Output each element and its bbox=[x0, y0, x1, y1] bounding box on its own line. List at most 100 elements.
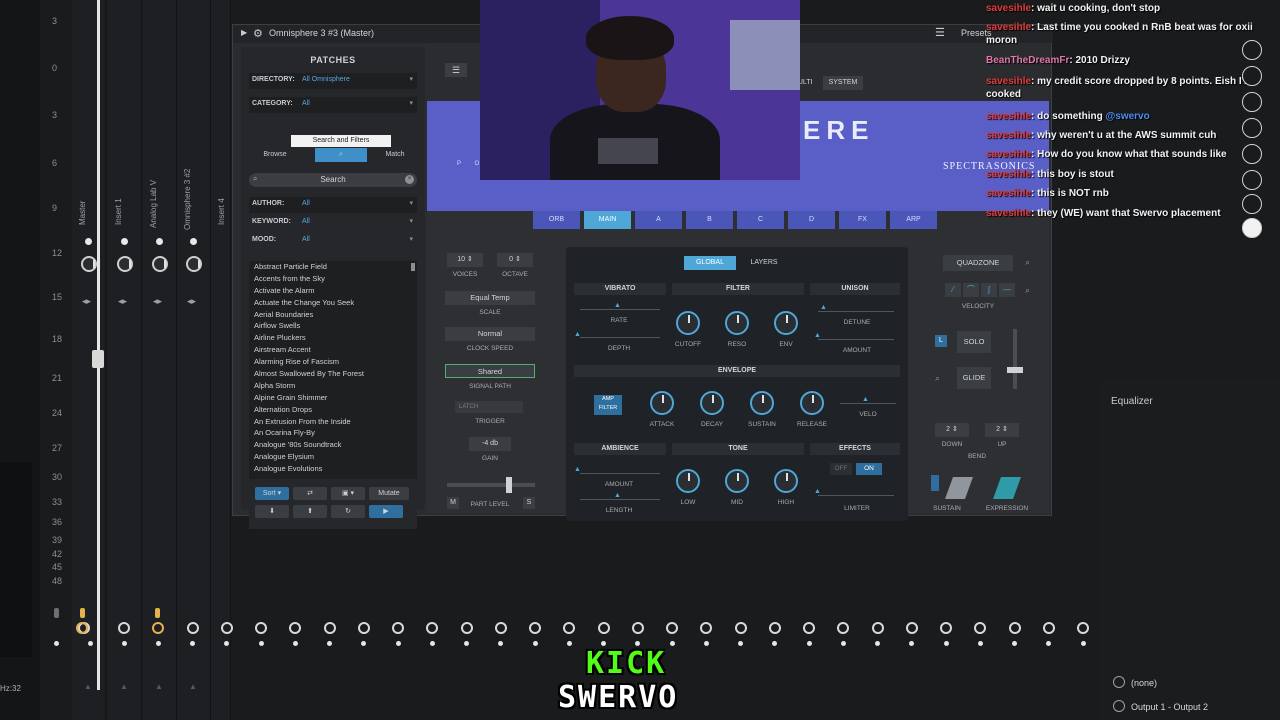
list-item[interactable]: Analogue '80s Soundtrack bbox=[249, 439, 417, 451]
knob-icon[interactable] bbox=[1242, 92, 1262, 112]
limiter-slider[interactable] bbox=[818, 495, 894, 496]
list-item[interactable]: An Ocarina Fly-By bbox=[249, 427, 417, 439]
velo-handle[interactable]: ▲ bbox=[862, 396, 869, 403]
solo-mode-button[interactable]: SOLO bbox=[957, 331, 991, 353]
send-knob[interactable] bbox=[906, 622, 918, 634]
list-item[interactable]: Alarming Rise of Fascism bbox=[249, 356, 417, 368]
master-fader-track[interactable] bbox=[97, 0, 100, 690]
list-item[interactable]: Airstream Accent bbox=[249, 344, 417, 356]
octave-stepper[interactable]: 0 ⇕ bbox=[497, 253, 533, 267]
velo-slider[interactable] bbox=[840, 403, 896, 404]
scale-select[interactable]: Equal Temp bbox=[445, 291, 535, 305]
zoom-icon[interactable]: ⌕ bbox=[935, 373, 940, 384]
tab-fx[interactable]: FX bbox=[839, 211, 886, 229]
send-knob[interactable] bbox=[700, 622, 712, 634]
mood-row[interactable]: MOOD: All ▾ bbox=[249, 233, 417, 249]
category-row[interactable]: CATEGORY: All ▾ bbox=[249, 97, 417, 113]
velocity-curve-flat[interactable]: — bbox=[999, 283, 1015, 297]
list-item[interactable]: Activate the Alarm bbox=[249, 285, 417, 297]
tab-global[interactable]: GLOBAL bbox=[684, 256, 736, 270]
arrow-up-icon[interactable]: ⬆ bbox=[293, 505, 327, 518]
send-knob[interactable] bbox=[837, 622, 849, 634]
decay-knob[interactable] bbox=[700, 391, 724, 415]
tab-layers[interactable]: LAYERS bbox=[740, 256, 788, 270]
gear-icon[interactable]: ⚙ bbox=[253, 27, 263, 40]
tab-d[interactable]: D bbox=[788, 211, 835, 229]
sort-button[interactable]: Sort ▾ bbox=[255, 487, 289, 500]
list-item[interactable]: Airflow Swells bbox=[249, 320, 417, 332]
env-knob[interactable] bbox=[774, 311, 798, 335]
send-knob[interactable] bbox=[940, 622, 952, 634]
list-item[interactable]: Alternation Drops bbox=[249, 404, 417, 416]
route-arrows-icon[interactable]: ◂▸ bbox=[153, 296, 162, 307]
directory-value[interactable]: All Omnisphere bbox=[302, 76, 350, 83]
send-slider[interactable] bbox=[155, 608, 160, 618]
send-knob[interactable] bbox=[495, 622, 507, 634]
send-knob[interactable] bbox=[118, 622, 130, 634]
scrollbar-thumb[interactable] bbox=[411, 263, 415, 271]
list-item[interactable]: Airline Pluckers bbox=[249, 332, 417, 344]
list-item[interactable]: Analogue Elysium bbox=[249, 451, 417, 463]
master-fader-handle[interactable] bbox=[92, 350, 104, 368]
knob-icon[interactable] bbox=[1242, 40, 1262, 60]
glide-slider-track[interactable] bbox=[1013, 329, 1017, 389]
latch-toggle[interactable]: LATCH bbox=[455, 401, 523, 413]
refresh-icon[interactable]: ↻ bbox=[331, 505, 365, 518]
knob-icon[interactable] bbox=[1242, 194, 1262, 214]
keyword-row[interactable]: KEYWORD: All ▾ bbox=[249, 215, 417, 231]
knob-icon[interactable] bbox=[1242, 144, 1262, 164]
pan-knob[interactable] bbox=[117, 256, 133, 272]
limiter-handle[interactable]: ▲ bbox=[814, 488, 821, 495]
part-level-slider[interactable] bbox=[447, 483, 535, 487]
effects-off-button[interactable]: OFF bbox=[830, 463, 852, 475]
velocity-curve-hard[interactable]: ∫ bbox=[981, 283, 997, 297]
bend-down-stepper[interactable]: 2 ⇕ bbox=[935, 423, 969, 437]
detune-handle[interactable]: ▲ bbox=[820, 304, 827, 311]
list-item[interactable]: Aerial Boundaries bbox=[249, 309, 417, 321]
mood-value[interactable]: All bbox=[302, 236, 310, 243]
velocity-curve-soft[interactable]: ⌒ bbox=[963, 283, 979, 297]
search-input[interactable]: ⌕ Search × bbox=[249, 173, 417, 187]
tab-a[interactable]: A bbox=[635, 211, 682, 229]
unison-amount-handle[interactable]: ▲ bbox=[814, 332, 821, 339]
tab-arp[interactable]: ARP bbox=[890, 211, 937, 229]
shuffle-icon[interactable]: ⇄ bbox=[293, 487, 327, 500]
author-row[interactable]: AUTHOR: All ▾ bbox=[249, 197, 417, 213]
release-knob[interactable] bbox=[800, 391, 824, 415]
play-icon[interactable]: ▶ bbox=[369, 505, 403, 518]
send-knob[interactable] bbox=[255, 622, 267, 634]
knob-icon[interactable] bbox=[1242, 218, 1262, 238]
legato-toggle[interactable]: L bbox=[935, 335, 947, 347]
list-item[interactable]: Actuate the Change You Seek bbox=[249, 297, 417, 309]
velocity-curve-linear[interactable]: ⁄ bbox=[945, 283, 961, 297]
sustain-pedal-icon[interactable] bbox=[944, 477, 974, 499]
ambience-amount-handle[interactable]: ▲ bbox=[574, 466, 581, 473]
tab-match[interactable]: Match bbox=[375, 148, 415, 162]
list-item[interactable]: Abstract Particle Field bbox=[249, 261, 417, 273]
low-knob[interactable] bbox=[676, 469, 700, 493]
send-slider[interactable] bbox=[54, 608, 59, 618]
arrow-down-icon[interactable]: ⬇ bbox=[255, 505, 289, 518]
list-item[interactable]: Alpha Storm bbox=[249, 380, 417, 392]
ambience-amount-slider[interactable] bbox=[580, 473, 660, 474]
send-knob[interactable] bbox=[598, 622, 610, 634]
knob-icon[interactable] bbox=[1242, 170, 1262, 190]
author-value[interactable]: All bbox=[302, 200, 310, 207]
voices-stepper[interactable]: 10 ⇕ bbox=[447, 253, 483, 267]
power-icon[interactable] bbox=[1113, 676, 1125, 688]
tab-b[interactable]: B bbox=[686, 211, 733, 229]
send-knob[interactable] bbox=[974, 622, 986, 634]
category-value[interactable]: All bbox=[302, 100, 310, 107]
glide-slider-handle[interactable] bbox=[1007, 367, 1023, 373]
send-knob[interactable] bbox=[529, 622, 541, 634]
tab-orb[interactable]: ORB bbox=[533, 211, 580, 229]
list-item[interactable]: Analogue Evolutions bbox=[249, 463, 417, 475]
directory-row[interactable]: DIRECTORY: All Omnisphere ▾ bbox=[249, 73, 417, 89]
pan-knob[interactable] bbox=[81, 256, 97, 272]
send-knob[interactable] bbox=[426, 622, 438, 634]
zoom-icon[interactable]: ⌕ bbox=[1025, 257, 1030, 268]
tab-browse[interactable]: Browse bbox=[255, 148, 295, 162]
send-knob[interactable] bbox=[1077, 622, 1089, 634]
send-knob[interactable] bbox=[632, 622, 644, 634]
route-arrows-icon[interactable]: ◂▸ bbox=[118, 296, 127, 307]
